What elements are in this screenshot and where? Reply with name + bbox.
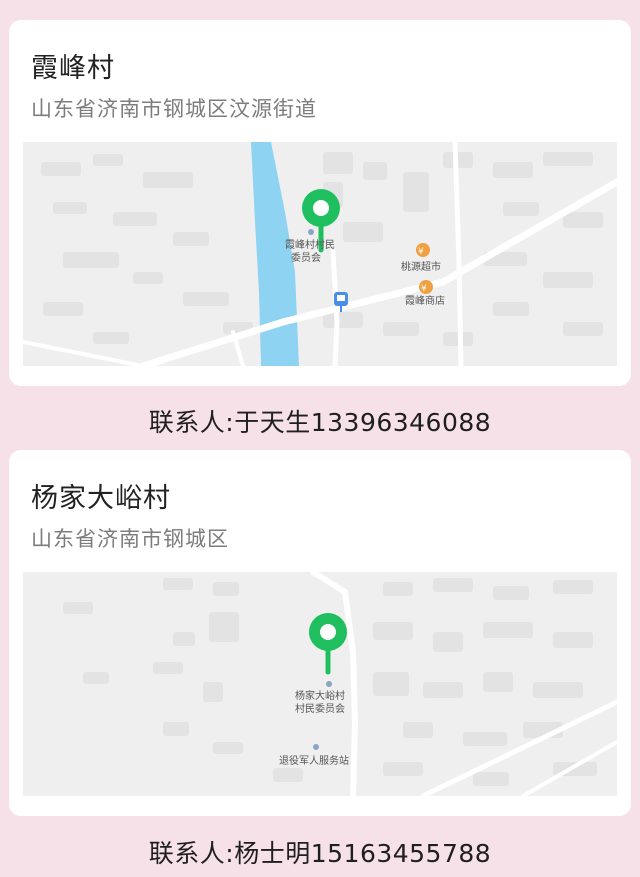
location-map[interactable]: 杨家大峪村 村民委员会 退役军人服务站 bbox=[23, 572, 617, 796]
contact-person[interactable]: 联系人:杨士明15163455788 bbox=[0, 834, 640, 870]
location-map[interactable]: 霞峰村村民 委员会 ¥ 桃源超市 ¥ 霞峰商店 bbox=[23, 142, 617, 366]
village-title: 霞峰村 bbox=[31, 53, 115, 84]
village-address: 山东省济南市钢城区 bbox=[31, 527, 229, 551]
poi-dot-icon bbox=[326, 681, 332, 687]
map-canvas: 杨家大峪村 村民委员会 退役军人服务站 bbox=[23, 572, 617, 796]
shop-icon: ¥ bbox=[416, 243, 430, 257]
map-poi-label: 杨家大峪村 bbox=[295, 689, 345, 702]
map-poi-label: 桃源超市 bbox=[401, 260, 441, 273]
village-title: 杨家大峪村 bbox=[31, 483, 171, 514]
map-poi-label: 霞峰村村民 bbox=[285, 238, 335, 251]
village-address: 山东省济南市钢城区汶源街道 bbox=[31, 97, 317, 121]
map-poi-label: 委员会 bbox=[291, 251, 321, 264]
poi-dot-icon bbox=[308, 229, 314, 235]
map-poi-label: 霞峰商店 bbox=[405, 294, 445, 307]
poi-dot-icon bbox=[313, 744, 319, 750]
map-poi-label: 退役军人服务站 bbox=[279, 754, 349, 767]
shop-icon: ¥ bbox=[419, 280, 433, 294]
contact-person[interactable]: 联系人:于天生13396346088 bbox=[0, 403, 640, 439]
village-card-yangjiadayu[interactable]: 杨家大峪村 山东省济南市钢城区 杨家大峪村 村民委员会 退役军人服务站 bbox=[9, 450, 631, 816]
map-canvas: 霞峰村村民 委员会 ¥ 桃源超市 ¥ 霞峰商店 bbox=[23, 142, 617, 366]
svg-text:¥: ¥ bbox=[418, 247, 424, 257]
svg-text:¥: ¥ bbox=[421, 284, 427, 294]
map-poi-label: 村民委员会 bbox=[295, 702, 345, 715]
village-card-xiafeng[interactable]: 霞峰村 山东省济南市钢城区汶源街道 霞峰村村民 委员会 ¥ 桃源超市 ¥ 霞峰商… bbox=[9, 20, 631, 386]
